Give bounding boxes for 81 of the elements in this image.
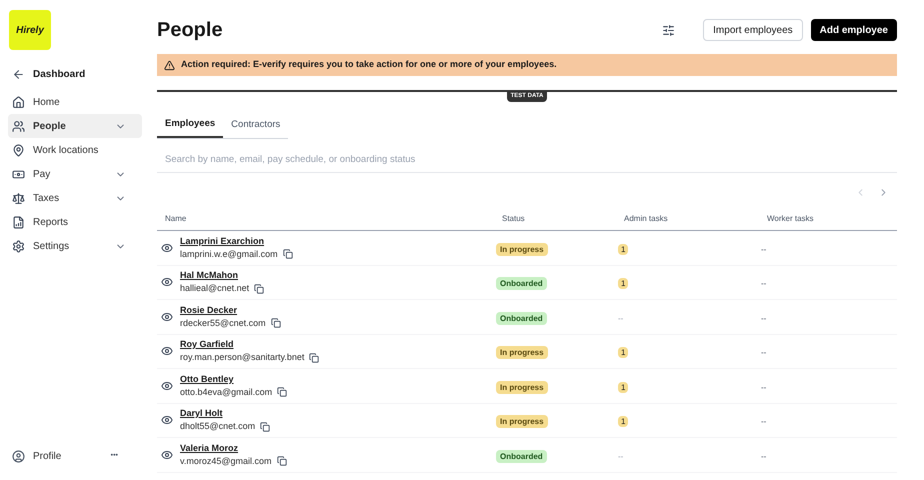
map-pin-icon xyxy=(12,144,25,156)
empty-value: -- xyxy=(761,348,766,358)
employee-email: v.moroz45@gmail.com xyxy=(180,456,272,467)
task-count-badge: 1 xyxy=(618,347,628,358)
employee-name[interactable]: Daryl Holt xyxy=(180,408,223,420)
tab[interactable]: Employees xyxy=(157,112,224,138)
copy-icon[interactable] xyxy=(276,456,286,466)
eye-icon[interactable] xyxy=(161,310,173,323)
copy-icon[interactable] xyxy=(282,249,293,260)
status-badge: In progress xyxy=(496,415,548,428)
logo: Hirely xyxy=(9,10,51,50)
warning-icon xyxy=(164,60,175,70)
employee-name[interactable]: Otto Bentley xyxy=(180,374,234,385)
eye-icon[interactable] xyxy=(161,448,173,461)
eye-icon[interactable] xyxy=(161,345,173,358)
copy-icon[interactable] xyxy=(254,284,264,294)
empty-value: -- xyxy=(618,314,624,323)
sidebar-item[interactable]: Taxes xyxy=(8,186,142,210)
employee-email: dholt55@cnet.com xyxy=(180,421,256,432)
search-field[interactable]: Search by name, email, pay schedule, or onboarding status xyxy=(157,147,897,173)
eye-icon[interactable] xyxy=(161,276,173,288)
banknote-icon xyxy=(12,168,25,180)
empty-value: -- xyxy=(618,452,624,461)
empty-value: -- xyxy=(761,244,766,254)
eye-icon[interactable] xyxy=(161,242,173,254)
gear-icon xyxy=(12,240,25,252)
sidebar-item[interactable]: Settings xyxy=(8,234,142,258)
copy-icon[interactable] xyxy=(277,387,288,398)
employee-name[interactable]: Lamprini Exarchion xyxy=(180,236,264,247)
profile-link[interactable]: Profile xyxy=(33,448,103,464)
empty-value: -- xyxy=(761,452,766,461)
employee-name[interactable]: Valeria Moroz xyxy=(180,442,238,454)
task-count-badge: 1 xyxy=(618,278,628,290)
column-header: Status xyxy=(501,212,526,224)
empty-value: -- xyxy=(761,382,766,392)
column-header: Admin tasks xyxy=(623,212,669,224)
status-badge: Onboarded xyxy=(496,450,547,463)
employee-email: rdecker55@cnet.com xyxy=(180,318,266,329)
status-badge: In progress xyxy=(496,242,548,256)
import-button[interactable]: Import employees xyxy=(703,19,803,41)
home-icon xyxy=(12,96,25,108)
add-employee-button[interactable]: Add employee xyxy=(810,19,897,41)
people-icon xyxy=(12,120,25,132)
column-header: Worker tasks xyxy=(766,212,815,224)
task-count-badge: 1 xyxy=(618,382,628,393)
chart-icon xyxy=(12,216,25,228)
status-badge: In progress xyxy=(496,346,548,360)
scale-icon xyxy=(12,192,25,204)
copy-icon[interactable] xyxy=(309,352,320,363)
employee-email: otto.b4eva@gmail.com xyxy=(180,386,272,398)
eye-icon[interactable] xyxy=(161,414,173,426)
column-header: Name xyxy=(164,212,188,224)
page-title: People xyxy=(157,18,223,43)
tab[interactable]: Contractors xyxy=(223,112,288,138)
employee-name[interactable]: Rosie Decker xyxy=(180,304,238,316)
alert-text: Action required: E-verify requires you to take action for one or more of your employees. xyxy=(181,58,557,72)
task-count-badge: 1 xyxy=(618,244,628,255)
status-badge: Onboarded xyxy=(496,277,547,290)
sidebar-item[interactable]: Reports xyxy=(8,210,142,234)
profile-icon[interactable] xyxy=(12,450,25,462)
empty-value: -- xyxy=(761,417,766,426)
dashboard-link[interactable]: Dashboard xyxy=(33,66,86,82)
back-arrow-icon[interactable] xyxy=(12,68,25,80)
filter-icon[interactable] xyxy=(662,24,676,36)
sidebar-item[interactable]: Work locations xyxy=(8,138,142,162)
copy-icon[interactable] xyxy=(260,422,270,432)
employee-email: roy.man.person@sanitarty.bnet xyxy=(180,352,304,364)
status-badge: In progress xyxy=(496,380,548,394)
empty-value: -- xyxy=(761,279,766,288)
empty-value: -- xyxy=(761,314,766,323)
status-badge: Onboarded xyxy=(496,312,547,325)
employee-name[interactable]: Hal McMahon xyxy=(180,270,238,282)
sidebar-item[interactable]: Home xyxy=(8,90,142,114)
sidebar-item[interactable]: Pay xyxy=(8,162,142,186)
eye-icon[interactable] xyxy=(161,380,173,392)
copy-icon[interactable] xyxy=(270,318,281,328)
employee-name[interactable]: Roy Garfield xyxy=(180,339,234,350)
sidebar-item[interactable]: People xyxy=(8,114,142,138)
employee-email: lamprini.w.e@gmail.com xyxy=(180,248,278,260)
task-count-badge: 1 xyxy=(618,416,628,428)
employee-email: hallieal@cnet.net xyxy=(180,283,250,294)
